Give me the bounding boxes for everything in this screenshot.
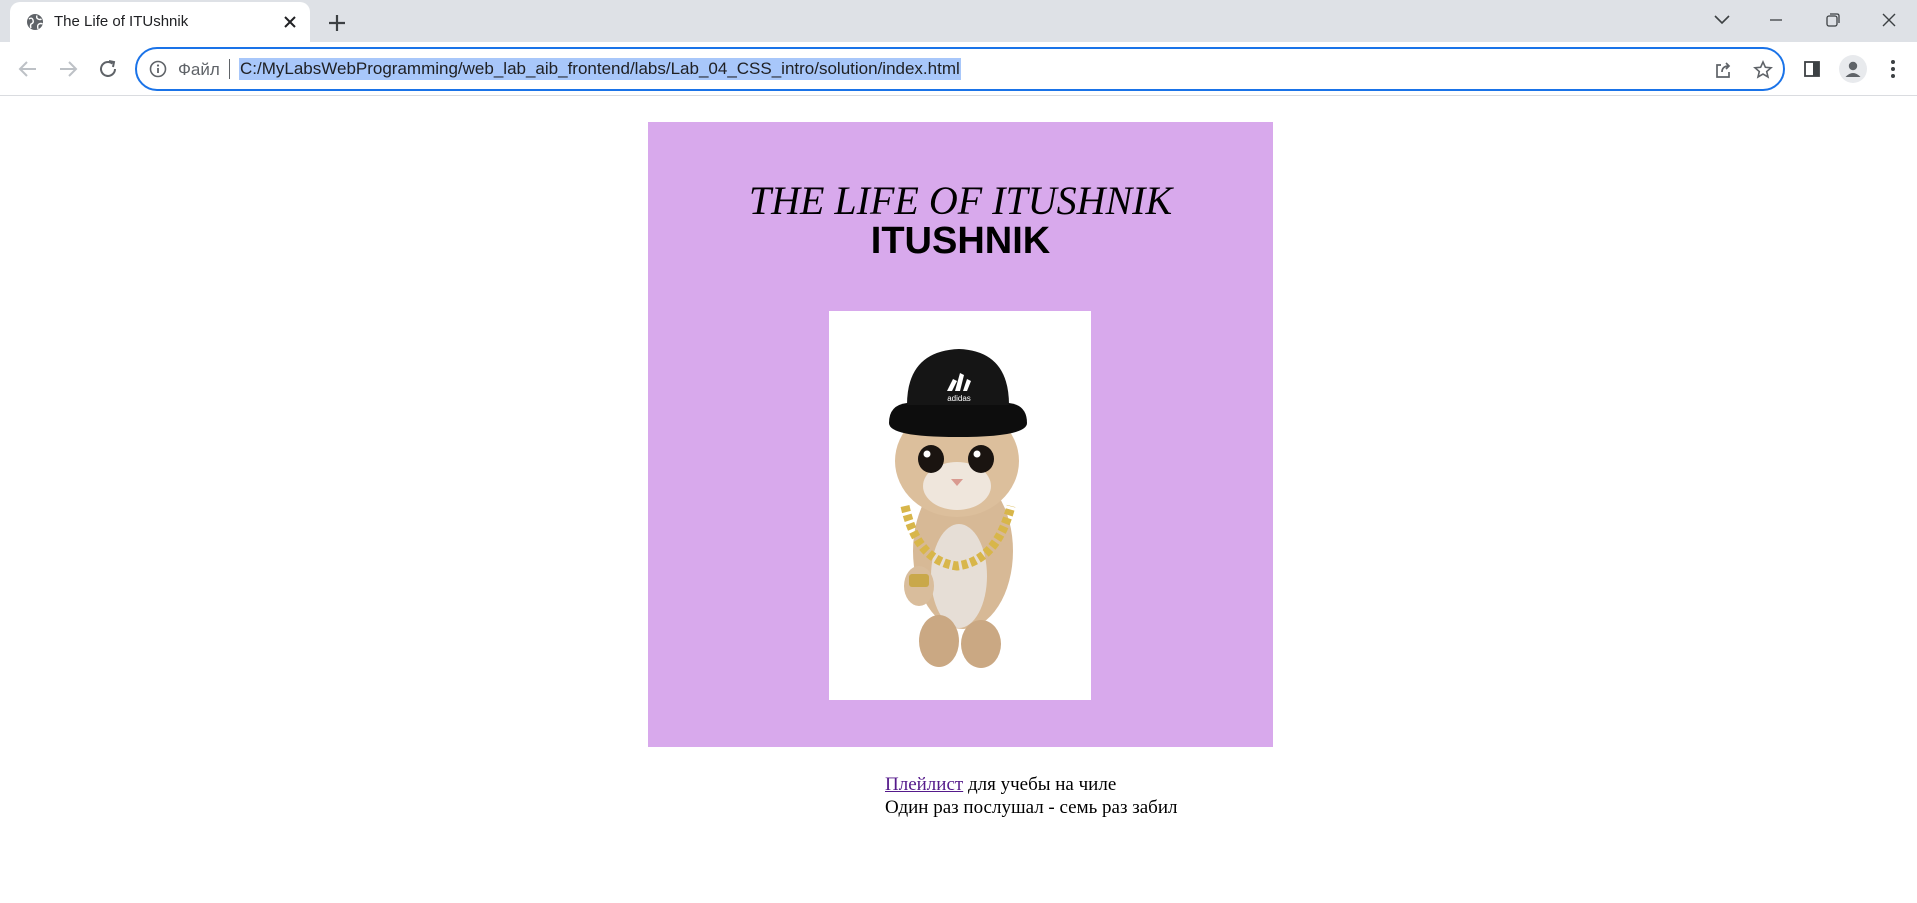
bookmark-star-icon[interactable] — [1751, 58, 1775, 82]
omnibox-separator — [229, 59, 230, 79]
chevron-down-icon[interactable] — [1694, 0, 1750, 40]
restore-icon[interactable] — [1805, 0, 1861, 40]
tab-title: The Life of ITUshnik — [54, 13, 189, 30]
browser-tab[interactable]: The Life of ITUshnik — [10, 2, 310, 42]
svg-text:adidas: adidas — [947, 394, 971, 403]
info-icon[interactable] — [149, 60, 167, 78]
description-block: Плейлист для учебы на чиле Один раз посл… — [885, 773, 1178, 819]
url-text[interactable]: C:/MyLabsWebProgramming/web_lab_aib_fron… — [239, 58, 961, 80]
tab-strip: The Life of ITUshnik — [0, 0, 1917, 42]
tagline: Один раз послушал - семь раз забил — [885, 797, 1178, 818]
address-bar[interactable]: Файл C:/MyLabsWebProgramming/web_lab_aib… — [135, 47, 1785, 91]
playlist-link[interactable]: Плейлист — [885, 774, 963, 795]
back-arrow-icon[interactable] — [14, 55, 42, 83]
reload-icon[interactable] — [94, 55, 122, 83]
cat-image: adidas — [829, 311, 1091, 700]
scheme-label: Файл — [178, 60, 220, 79]
playlist-line: Плейлист для учебы на чиле — [885, 773, 1178, 796]
page-title-bold: ITUSHNIK — [870, 220, 1051, 262]
close-tab-icon[interactable] — [280, 12, 300, 32]
profile-avatar-icon[interactable] — [1839, 55, 1867, 83]
minimize-icon[interactable] — [1748, 0, 1804, 40]
kebab-menu-icon[interactable] — [1879, 55, 1907, 83]
side-panel-icon[interactable] — [1798, 55, 1826, 83]
browser-toolbar: Файл C:/MyLabsWebProgramming/web_lab_aib… — [0, 42, 1917, 96]
forward-arrow-icon[interactable] — [54, 55, 82, 83]
cat-in-bucket-hat-illustration: adidas — [889, 349, 1027, 668]
header-card: THE LIFE OF ITUSHNIK ITUSHNIK adidas — [648, 122, 1273, 747]
close-window-icon[interactable] — [1861, 0, 1917, 40]
playlist-line-text: для учебы на чиле — [963, 774, 1117, 795]
share-icon[interactable] — [1711, 58, 1735, 82]
globe-icon — [26, 13, 44, 31]
page-title-italic: THE LIFE OF ITUSHNIK — [748, 178, 1173, 223]
plus-icon[interactable] — [324, 10, 350, 36]
